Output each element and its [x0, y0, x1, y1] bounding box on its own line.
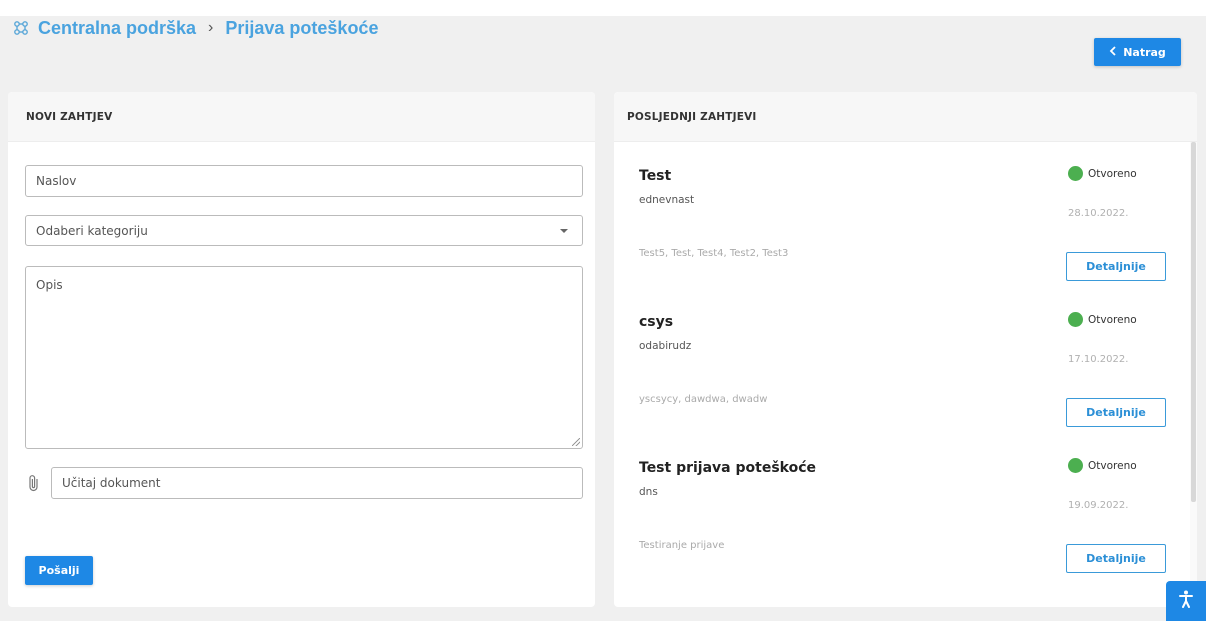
- request-date: 19.09.2022.: [1068, 500, 1129, 511]
- new-request-card: NOVI ZAHTJEV Naslov Odaberi kategoriju O…: [8, 92, 595, 607]
- details-button[interactable]: Detaljnije: [1066, 544, 1166, 573]
- upload-document-field[interactable]: Učitaj dokument: [51, 467, 583, 499]
- request-tags: Test5, Test, Test4, Test2, Test3: [639, 248, 789, 259]
- recent-requests-header: POSLJEDNJI ZAHTJEVI: [614, 92, 1197, 142]
- details-button[interactable]: Detaljnije: [1066, 398, 1166, 427]
- scrollbar-thumb[interactable]: [1191, 142, 1196, 502]
- request-date: 28.10.2022.: [1068, 208, 1129, 219]
- status-badge: Otvoreno: [1068, 312, 1137, 327]
- status-label: Otvoreno: [1088, 167, 1137, 180]
- accessibility-button[interactable]: [1166, 581, 1206, 621]
- request-tags: Testiranje prijave: [639, 540, 725, 551]
- accessibility-icon: [1178, 590, 1194, 613]
- back-button[interactable]: Natrag: [1094, 38, 1181, 66]
- breadcrumb-current: Prijava poteškoće: [225, 17, 379, 38]
- new-request-header: NOVI ZAHTJEV: [8, 92, 595, 142]
- support-icon: [12, 19, 30, 37]
- resize-handle[interactable]: [572, 438, 580, 446]
- status-label: Otvoreno: [1088, 313, 1137, 326]
- page-background: Centralna podrška › Prijava poteškoće Na…: [0, 16, 1206, 621]
- category-select[interactable]: Odaberi kategoriju: [25, 215, 583, 246]
- recent-requests-list: Test ednevnast Test5, Test, Test4, Test2…: [614, 142, 1197, 607]
- request-title: Test: [639, 168, 672, 184]
- request-category: dns: [639, 486, 658, 498]
- breadcrumb-root-link[interactable]: Centralna podrška: [38, 18, 196, 39]
- list-item: Test prijava poteškoće dns Testiranje pr…: [614, 434, 1184, 580]
- paperclip-icon[interactable]: [27, 473, 41, 493]
- title-input[interactable]: Naslov: [25, 165, 583, 197]
- status-dot-icon: [1068, 458, 1083, 473]
- scrollbar[interactable]: [1190, 142, 1197, 607]
- status-label: Otvoreno: [1088, 459, 1137, 472]
- list-item: csys odabirudz yscsycy, dawdwa, dwadw Ot…: [614, 288, 1184, 434]
- request-title: Test prijava poteškoće: [639, 460, 817, 476]
- request-category: odabirudz: [639, 340, 692, 352]
- title-input-placeholder: Naslov: [36, 174, 77, 188]
- submit-button[interactable]: Pošalji: [25, 556, 93, 585]
- request-category: ednevnast: [639, 194, 695, 206]
- breadcrumb: Centralna podrška › Prijava poteškoće: [12, 16, 378, 40]
- description-placeholder: Opis: [36, 278, 63, 292]
- status-badge: Otvoreno: [1068, 458, 1137, 473]
- back-button-label: Natrag: [1123, 45, 1166, 59]
- request-title: csys: [639, 314, 674, 330]
- details-button[interactable]: Detaljnije: [1066, 252, 1166, 281]
- list-item: Test ednevnast Test5, Test, Test4, Test2…: [614, 142, 1184, 288]
- status-badge: Otvoreno: [1068, 166, 1137, 181]
- status-dot-icon: [1068, 166, 1083, 181]
- request-tags: yscsycy, dawdwa, dwadw: [639, 394, 768, 405]
- description-textarea[interactable]: Opis: [25, 266, 583, 449]
- status-dot-icon: [1068, 312, 1083, 327]
- category-select-value: Odaberi kategoriju: [36, 223, 148, 238]
- breadcrumb-separator: ›: [208, 19, 214, 36]
- upload-document-placeholder: Učitaj dokument: [62, 476, 161, 490]
- chevron-left-icon: [1109, 45, 1117, 59]
- recent-requests-card: POSLJEDNJI ZAHTJEVI Test ednevnast Test5…: [614, 92, 1197, 607]
- caret-down-icon: [560, 228, 568, 233]
- request-date: 17.10.2022.: [1068, 354, 1129, 365]
